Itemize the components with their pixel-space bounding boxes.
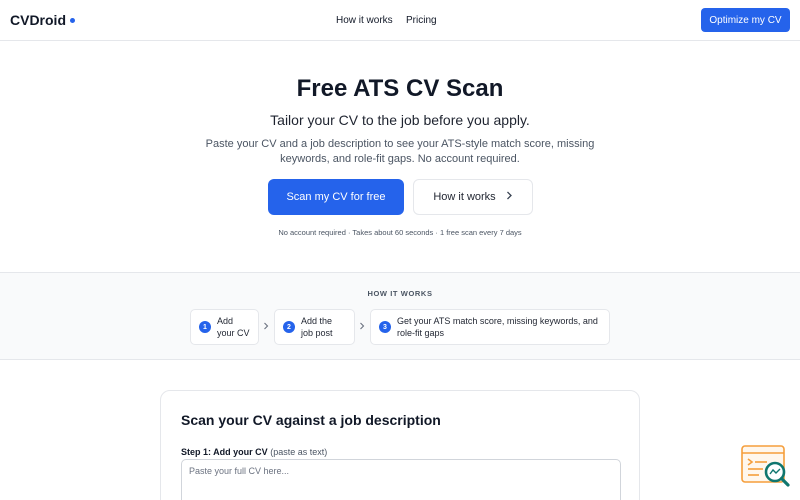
hero-note: No account required · Takes about 60 sec… [278,228,522,237]
nav-link-how-it-works[interactable]: How it works [336,15,393,26]
page-title: Free ATS CV Scan [296,75,504,102]
how-it-works-section: HOW IT WORKS 1 Add your CV 2 Add the job… [0,272,800,360]
hero-subtitle: Tailor your CV to the job before you app… [270,112,530,128]
step-card-get-score: 3 Get your ATS match score, missing keyw… [370,309,610,345]
step1-label-hint: (paste as text) [270,447,328,457]
how-it-works-button-label: How it works [433,191,496,203]
chevron-right-icon [359,322,365,332]
step1-label-text: Step 1: Add your CV [181,447,268,457]
document-search-icon[interactable] [741,445,791,489]
how-it-works-button[interactable]: How it works [413,179,533,215]
scan-card: Scan your CV against a job description S… [160,390,640,500]
site-header: CVDroid How it works Pricing Optimize my… [0,0,800,41]
optimize-cv-button[interactable]: Optimize my CV [701,8,790,32]
step-text: Add your CV [217,316,250,338]
chevron-right-icon [263,322,269,332]
scan-card-title: Scan your CV against a job description [181,412,441,428]
step-card-add-cv: 1 Add your CV [190,309,259,345]
step-text: Add the job post [301,316,333,338]
chevron-right-icon [506,191,513,203]
step-number: 1 [199,321,211,333]
brand-logo[interactable]: CVDroid [10,12,75,28]
step-text: Get your ATS match score, missing keywor… [397,316,598,338]
brand-name: CVDroid [10,12,66,28]
cv-input[interactable] [181,459,621,500]
step1-label: Step 1: Add your CV (paste as text) [181,447,327,457]
step-number: 3 [379,321,391,333]
scan-cv-button[interactable]: Scan my CV for free [268,179,404,215]
how-it-works-heading: HOW IT WORKS [367,289,433,298]
hero-description: Paste your CV and a job description to s… [205,138,595,165]
dot-icon [70,18,75,23]
step-number: 2 [283,321,295,333]
step-card-add-job-post: 2 Add the job post [274,309,355,345]
nav-link-pricing[interactable]: Pricing [406,15,437,26]
